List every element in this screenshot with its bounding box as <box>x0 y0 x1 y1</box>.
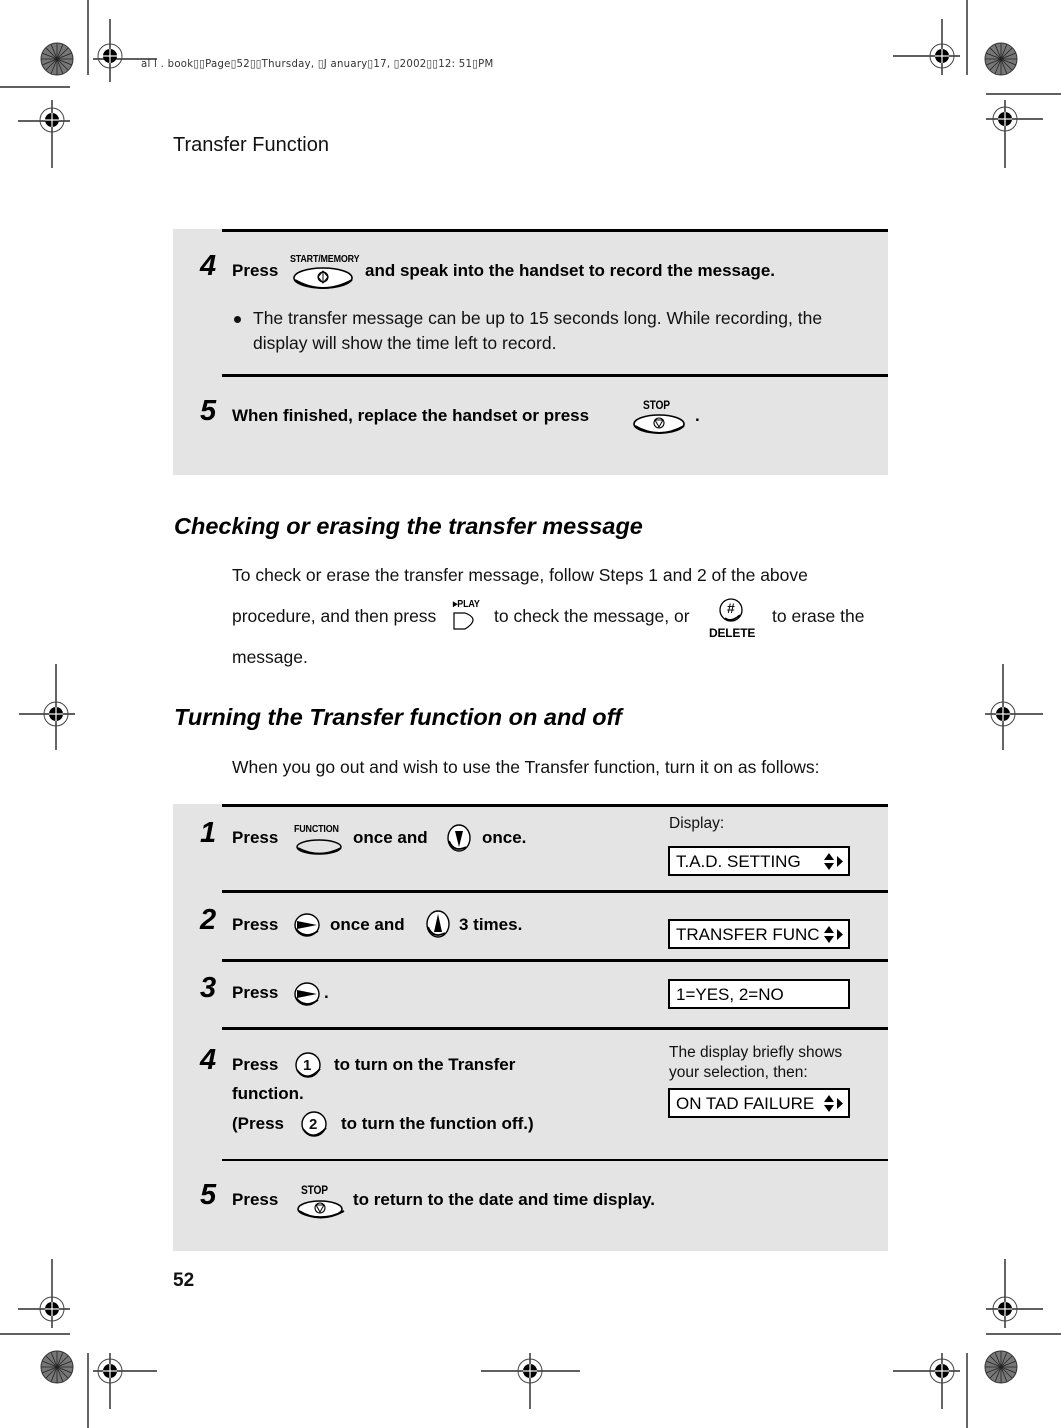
play-key-label: ▸PLAY <box>453 598 480 610</box>
checking-line-1: To check or erase the transfer message, … <box>232 565 808 585</box>
step-divider <box>222 1027 888 1030</box>
step-text-press: Press <box>232 983 279 1002</box>
delete-key-label: DELETE <box>709 626 756 640</box>
step-text-press: Press <box>232 828 279 847</box>
step-text-press: Press <box>232 261 279 280</box>
starburst-mark-top-right <box>984 42 1018 76</box>
scroll-arrows-icon <box>824 926 843 943</box>
step-period: . <box>324 983 329 1002</box>
checking-line-3: message. <box>232 647 308 667</box>
section-title-checking: Checking or erasing the transfer message <box>174 513 643 539</box>
step-divider <box>222 1159 888 1161</box>
step-text-line3a: (Press <box>232 1114 284 1133</box>
starburst-mark-top-left <box>40 42 74 76</box>
step-number: 3 <box>200 972 217 1004</box>
bullet-note: The transfer message can be up to 15 sec… <box>253 308 823 353</box>
right-arrow-key-icon <box>294 913 320 937</box>
lcd-text: T.A.D. SETTING <box>676 852 801 871</box>
display-caption-line-1: The display briefly shows <box>669 1044 843 1061</box>
step-instruction: When finished, replace the handset or pr… <box>232 406 590 425</box>
lcd-display: ON TAD FAILURE <box>668 1088 850 1118</box>
starburst-mark-bottom-left <box>40 1350 74 1384</box>
up-arrow-key-icon <box>426 910 450 938</box>
play-key-icon <box>453 612 474 630</box>
step-number: 1 <box>200 817 217 849</box>
turning-intro: When you go out and wish to use the Tran… <box>232 757 820 777</box>
step-divider <box>222 229 888 232</box>
step-text-line1: to turn on the Transfer <box>334 1055 516 1074</box>
lcd-display: TRANSFER FUNC <box>668 919 850 949</box>
number-1-key-label: 1 <box>303 1057 312 1074</box>
running-head: Transfer Function <box>173 134 329 156</box>
starburst-mark-bottom-right <box>984 1350 1018 1384</box>
display-caption-line-2: your selection, then: <box>669 1064 808 1081</box>
step-number: 5 <box>200 1179 217 1211</box>
step-text-mid: once and <box>330 915 405 934</box>
bullet-icon <box>234 316 241 323</box>
step-number: 2 <box>200 904 217 936</box>
step-divider <box>222 804 888 807</box>
step-text-press: Press <box>232 1190 279 1209</box>
lcd-text: TRANSFER FUNC <box>676 925 820 944</box>
step-number: 4 <box>200 1044 217 1076</box>
checking-line-2b: to check the message, or <box>494 606 690 626</box>
step-text-line2: function. <box>232 1084 304 1103</box>
stop-key-label: STOP <box>301 1183 328 1197</box>
step-instruction-rest: and speak into the handset to record the… <box>365 261 775 280</box>
section-title-turning: Turning the Transfer function on and off <box>174 704 622 730</box>
scroll-arrows-icon <box>824 1095 843 1112</box>
checking-line-2a: procedure, and then press <box>232 606 437 626</box>
lcd-display: T.A.D. SETTING <box>668 846 850 876</box>
delete-key-symbol: # <box>727 600 735 616</box>
step-text-end: 3 times. <box>459 915 523 934</box>
lcd-text: ON TAD FAILURE <box>676 1094 815 1113</box>
start-memory-key-label: START/MEMORY <box>290 253 360 265</box>
start-memory-key-icon <box>293 267 353 289</box>
step-period: . <box>695 406 700 425</box>
lcd-text: 1=YES, 2=NO <box>676 985 784 1004</box>
stop-key-label: STOP <box>643 398 670 412</box>
right-arrow-key-icon <box>294 982 320 1006</box>
down-arrow-key-icon <box>447 824 471 852</box>
checking-line-2c: to erase the <box>772 606 865 626</box>
number-2-key-label: 2 <box>309 1116 318 1133</box>
page-number: 52 <box>173 1270 195 1291</box>
scroll-arrows-icon <box>824 853 843 870</box>
recording-steps-panel: 4 Press START/MEMORY and speak into the … <box>173 229 888 475</box>
step-text-end: to return to the date and time display. <box>353 1190 655 1209</box>
print-slug: al l . book▯▯Page▯52▯▯Thursday, ▯J anuar… <box>141 57 494 70</box>
stop-key-icon <box>297 1200 345 1219</box>
step-divider <box>222 374 888 377</box>
stop-key-icon <box>633 414 685 434</box>
step-number: 5 <box>200 395 217 427</box>
step-instruction: Press <box>232 261 278 281</box>
function-key-icon <box>296 839 342 855</box>
step-number: 4 <box>200 250 217 282</box>
step-text-press: Press <box>232 915 279 934</box>
setup-steps-panel: 1 Press FUNCTION once and once. Display:… <box>173 804 888 1251</box>
function-key-label: FUNCTION <box>294 823 339 835</box>
lcd-display: 1=YES, 2=NO <box>668 979 850 1009</box>
step-divider <box>222 890 888 893</box>
step-text-press: Press <box>232 1055 279 1074</box>
display-caption: Display: <box>669 815 725 832</box>
step-text-line3b: to turn the function off.) <box>341 1114 534 1133</box>
step-divider <box>222 959 888 962</box>
step-text-end: once. <box>482 828 527 847</box>
step-text-mid: once and <box>353 828 428 847</box>
